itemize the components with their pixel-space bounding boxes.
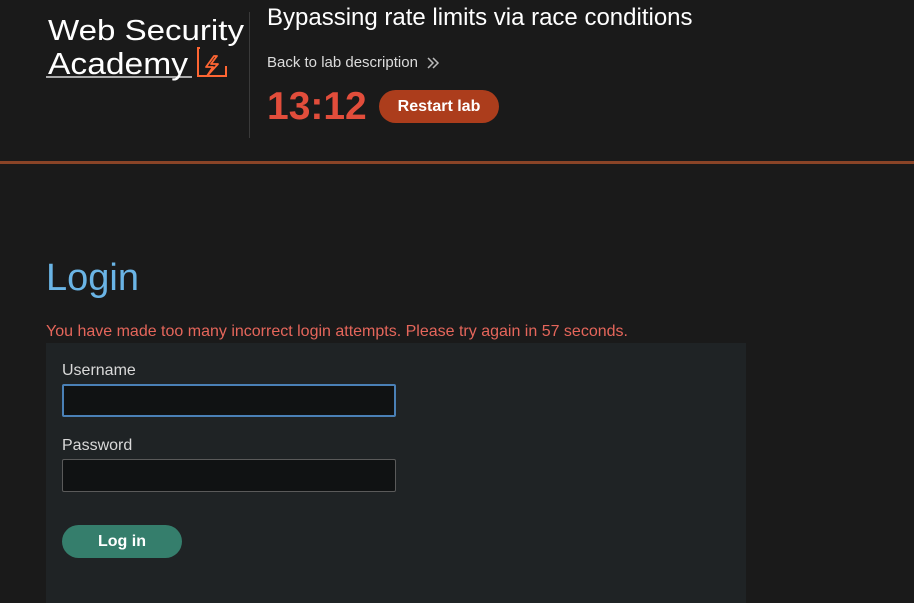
lab-title: Bypassing rate limits via race condition… [267, 4, 693, 31]
username-label: Username [62, 362, 136, 379]
login-form: Username Password Log in [46, 343, 746, 603]
logo-text-line1: Web Security [48, 15, 245, 47]
page-title: Login [46, 257, 139, 299]
lightning-bolt-icon [197, 47, 227, 77]
header-divider [249, 12, 250, 138]
restart-lab-button[interactable]: Restart lab [379, 90, 499, 123]
lab-header: Web Security Academy Bypassing rate limi… [0, 0, 914, 162]
password-input[interactable] [62, 459, 396, 492]
web-security-academy-logo[interactable]: Web Security Academy [46, 10, 248, 84]
log-in-button[interactable]: Log in [62, 525, 182, 558]
back-link-label: Back to lab description [267, 54, 418, 71]
lab-timer: 13:12 [267, 85, 367, 128]
logo-text-line2: Academy [48, 46, 189, 81]
header-accent-line [0, 161, 914, 164]
back-to-lab-description-link[interactable]: Back to lab description [267, 54, 440, 72]
login-error-message: You have made too many incorrect login a… [46, 323, 628, 340]
password-label: Password [62, 437, 133, 454]
username-input[interactable] [62, 384, 396, 417]
double-chevron-right-icon [427, 57, 439, 69]
logo-graphic: Web Security Academy [46, 15, 245, 81]
